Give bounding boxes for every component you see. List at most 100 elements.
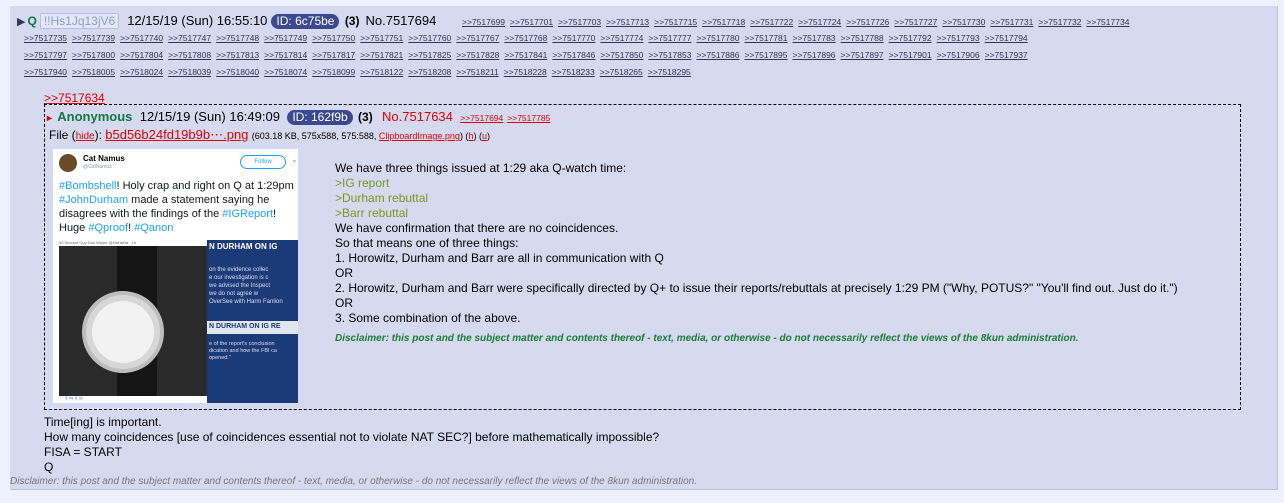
- mention-link[interactable]: >>7517781: [744, 33, 787, 43]
- greentext-line: >Barr rebuttal: [335, 206, 409, 220]
- inline-poster-id-badge[interactable]: ID: 162f9b: [287, 110, 353, 125]
- inline-mention-link[interactable]: >>7517785: [507, 113, 550, 123]
- mention-link[interactable]: >>7518005: [72, 67, 115, 77]
- mention-link[interactable]: >>7517751: [360, 33, 403, 43]
- tweet-author-handle: @CatNamus: [83, 164, 112, 170]
- mention-link[interactable]: >>7517726: [846, 17, 889, 27]
- file-name-link[interactable]: b5d56b24fd19b9b⋯.png: [105, 127, 248, 142]
- mention-link[interactable]: >>7517735: [24, 33, 67, 43]
- quote-link[interactable]: >>7517634: [44, 91, 105, 105]
- post-number-link[interactable]: No.7517694: [365, 13, 436, 28]
- body-line: 2. Horowitz, Durham and Barr were specif…: [335, 281, 1178, 295]
- post-body: Time[ing] is important. How many coincide…: [44, 415, 659, 475]
- mention-link[interactable]: >>7517727: [894, 17, 937, 27]
- file-h-link[interactable]: h: [468, 131, 473, 141]
- mention-link[interactable]: >>7517722: [750, 17, 793, 27]
- mention-link[interactable]: >>7517828: [456, 50, 499, 60]
- mention-link[interactable]: >>7518208: [408, 67, 451, 77]
- mention-link[interactable]: >>7518295: [648, 67, 691, 77]
- inline-mention-link[interactable]: >>7517694: [460, 113, 503, 123]
- inline-post-number-link[interactable]: No.7517634: [382, 109, 453, 124]
- mention-link[interactable]: >>7517730: [942, 17, 985, 27]
- mention-link[interactable]: >>7518039: [168, 67, 211, 77]
- inline-disclaimer: Disclaimer: this post and the subject ma…: [335, 333, 1079, 344]
- hashtag: #Qanon: [134, 222, 174, 234]
- mention-link[interactable]: >>7517846: [552, 50, 595, 60]
- mention-link[interactable]: >>7517804: [120, 50, 163, 60]
- mention-link[interactable]: >>7517740: [120, 33, 163, 43]
- body-line: 3. Some combination of the above.: [335, 311, 521, 325]
- mention-link[interactable]: >>7517768: [504, 33, 547, 43]
- mention-link[interactable]: >>7517897: [841, 50, 884, 60]
- body-line: OR: [335, 296, 353, 310]
- mention-link[interactable]: >>7517896: [793, 50, 836, 60]
- tweet-text-part: ! Holy crap and right on Q at 1:29pm: [116, 180, 294, 192]
- mention-link[interactable]: >>7517734: [1086, 17, 1129, 27]
- mention-link[interactable]: >>7517703: [558, 17, 601, 27]
- mention-link[interactable]: >>7517813: [216, 50, 259, 60]
- hashtag: #Bombshell: [59, 180, 117, 192]
- mention-link[interactable]: >>7517732: [1038, 17, 1081, 27]
- file-meta: (603.18 KB, 575x588, 575:588, ClipboardI…: [251, 131, 490, 141]
- mention-link[interactable]: >>7517749: [264, 33, 307, 43]
- body-line: OR: [335, 266, 353, 280]
- mention-link[interactable]: >>7517850: [600, 50, 643, 60]
- mention-link[interactable]: >>7517821: [360, 50, 403, 60]
- mention-link[interactable]: >>7518233: [552, 67, 595, 77]
- mention-link[interactable]: >>7517748: [216, 33, 259, 43]
- mention-link[interactable]: >>7517718: [702, 17, 745, 27]
- file-u-link[interactable]: u: [482, 131, 487, 141]
- mention-link[interactable]: >>7517808: [168, 50, 211, 60]
- mention-link[interactable]: >>7517940: [24, 67, 67, 77]
- mention-link[interactable]: >>7517792: [889, 33, 932, 43]
- body-line: We have three things issued at 1:29 aka …: [335, 161, 627, 175]
- mention-link[interactable]: >>7517817: [312, 50, 355, 60]
- mention-link[interactable]: >>7517739: [72, 33, 115, 43]
- mention-link[interactable]: >>7517937: [985, 50, 1028, 60]
- mention-link[interactable]: >>7517724: [798, 17, 841, 27]
- mention-link[interactable]: >>7517906: [937, 50, 980, 60]
- mention-link[interactable]: >>7518040: [216, 67, 259, 77]
- inline-poster-name: Anonymous: [57, 109, 133, 124]
- poster-id-badge[interactable]: ID: 6c75be: [271, 14, 340, 29]
- mention-link[interactable]: >>7517814: [264, 50, 307, 60]
- mention-link[interactable]: >>7517701: [510, 17, 553, 27]
- mention-link[interactable]: >>7517747: [168, 33, 211, 43]
- mention-link[interactable]: >>7517886: [696, 50, 739, 60]
- body-line: How many coincidences [use of coincidenc…: [44, 430, 660, 444]
- mention-link[interactable]: >>7518211: [456, 67, 498, 77]
- mention-link[interactable]: >>7517793: [937, 33, 980, 43]
- mention-link[interactable]: >>7517841: [504, 50, 547, 60]
- mention-link[interactable]: >>7517750: [312, 33, 355, 43]
- post-collapse-arrow-icon[interactable]: ▶: [17, 16, 25, 28]
- mention-link[interactable]: >>7518074: [264, 67, 307, 77]
- mention-link[interactable]: >>7517800: [72, 50, 115, 60]
- post-image-thumbnail[interactable]: Cat Namus @CatNamus Follow ⌄ #Bombshell!…: [53, 149, 298, 403]
- mention-link[interactable]: >>7517788: [841, 33, 884, 43]
- mention-link[interactable]: >>7517853: [648, 50, 691, 60]
- mention-link[interactable]: >>7517901: [889, 50, 932, 60]
- mention-link[interactable]: >>7517774: [600, 33, 643, 43]
- mention-link[interactable]: >>7517825: [408, 50, 451, 60]
- mention-link[interactable]: >>7517777: [648, 33, 691, 43]
- mention-link[interactable]: >>7517760: [408, 33, 451, 43]
- mention-link[interactable]: >>7517780: [696, 33, 739, 43]
- hide-file-link[interactable]: hide: [76, 131, 95, 142]
- mention-link[interactable]: >>7517770: [552, 33, 595, 43]
- mention-link[interactable]: >>7517715: [654, 17, 697, 27]
- mention-link[interactable]: >>7517713: [606, 17, 649, 27]
- mention-link[interactable]: >>7517783: [793, 33, 836, 43]
- mention-link[interactable]: >>7517699: [462, 17, 505, 27]
- mention-link[interactable]: >>7517767: [456, 33, 499, 43]
- mention-link[interactable]: >>7518122: [360, 67, 403, 77]
- mention-link[interactable]: >>7517794: [985, 33, 1028, 43]
- mention-link[interactable]: >>7518228: [504, 67, 547, 77]
- mention-link[interactable]: >>7517731: [990, 17, 1033, 27]
- inline-post-intro: ► Anonymous 12/15/19 (Sun) 16:49:09 ID: …: [45, 109, 550, 126]
- mention-link[interactable]: >>7517895: [744, 50, 787, 60]
- original-filename-link[interactable]: ClipboardImage.png: [379, 131, 460, 141]
- mention-link[interactable]: >>7517797: [24, 50, 67, 60]
- mention-link[interactable]: >>7518024: [120, 67, 163, 77]
- mention-link[interactable]: >>7518265: [600, 67, 643, 77]
- mention-link[interactable]: >>7518099: [312, 67, 355, 77]
